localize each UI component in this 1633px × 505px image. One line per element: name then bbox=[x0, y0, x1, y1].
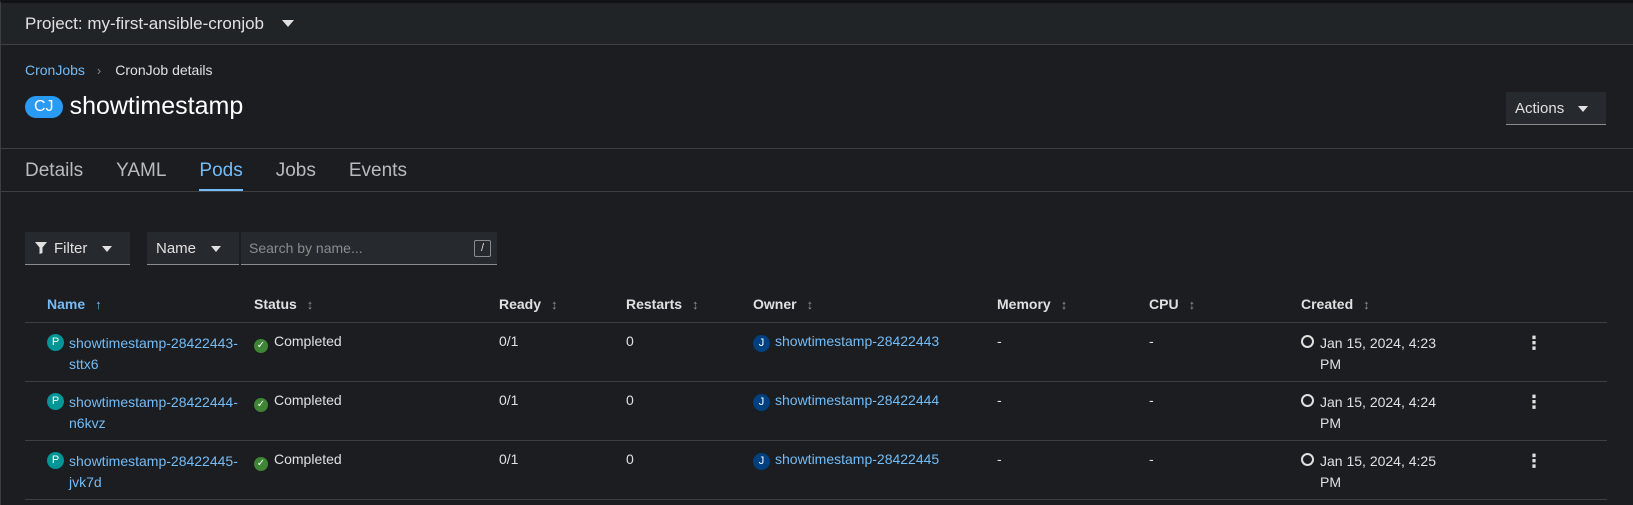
job-badge: J bbox=[753, 393, 770, 411]
page-header: CJ showtimestamp bbox=[25, 92, 243, 121]
sort-icon: ↕ bbox=[551, 296, 558, 312]
column-header-owner[interactable]: Owner ↕ bbox=[753, 286, 997, 322]
keyboard-shortcut-hint: / bbox=[474, 240, 491, 257]
job-badge: J bbox=[753, 452, 770, 470]
status-text: Completed bbox=[274, 391, 342, 408]
sort-icon: ↕ bbox=[806, 296, 814, 312]
table-row: Pshowtimestamp-28422443- sttx6 ✓ Completed… bbox=[25, 322, 1607, 381]
pod-badge: P bbox=[47, 392, 64, 410]
job-badge: J bbox=[753, 334, 770, 352]
breadcrumb: CronJobs › CronJob details bbox=[25, 62, 213, 78]
sort-icon: ↕ bbox=[1188, 296, 1196, 312]
pod-name-link[interactable]: showtimestamp-28422444- n6kvz bbox=[69, 392, 249, 434]
owner-link[interactable]: showtimestamp-28422443 bbox=[775, 333, 939, 349]
sort-icon: ↕ bbox=[692, 296, 699, 312]
owner-link[interactable]: showtimestamp-28422445 bbox=[775, 451, 939, 467]
page-title: showtimestamp bbox=[69, 92, 244, 120]
column-header-created[interactable]: Created ↕ bbox=[1301, 286, 1461, 322]
restarts-value: 0 bbox=[626, 450, 634, 467]
sort-icon: ↕ bbox=[306, 296, 314, 312]
ready-value: 0/1 bbox=[499, 332, 519, 349]
globe-icon bbox=[1301, 334, 1314, 348]
chevron-right-icon: › bbox=[96, 62, 102, 78]
filter-type-select[interactable]: Name bbox=[147, 232, 239, 265]
created-value: Jan 15, 2024, 4:25 PM bbox=[1320, 452, 1436, 490]
memory-value: - bbox=[997, 450, 1002, 467]
cpu-value: - bbox=[1149, 450, 1154, 467]
project-selector-label: Project: my-first-ansible-cronjob bbox=[25, 13, 265, 33]
actions-dropdown[interactable]: Actions bbox=[1506, 92, 1606, 125]
cronjob-badge: CJ bbox=[25, 95, 63, 118]
search-box: / bbox=[241, 232, 497, 265]
created-value: Jan 15, 2024, 4:24 PM bbox=[1320, 393, 1436, 431]
memory-value: - bbox=[997, 391, 1002, 408]
column-header-actions bbox=[1461, 286, 1607, 322]
column-header-ready[interactable]: Ready ↕ bbox=[499, 286, 626, 322]
tab-details[interactable]: Details bbox=[25, 149, 83, 192]
cpu-value: - bbox=[1149, 391, 1154, 408]
ready-value: 0/1 bbox=[499, 391, 519, 408]
tab-yaml[interactable]: YAML bbox=[116, 149, 166, 192]
tab-events[interactable]: Events bbox=[349, 149, 407, 192]
kebab-menu-icon[interactable]: ⋮ bbox=[1461, 322, 1607, 381]
table-row: Pshowtimestamp-28422445- jvk7d ✓ Completed… bbox=[25, 440, 1607, 499]
tab-bar: Details YAML Pods Jobs Events bbox=[25, 149, 440, 192]
owner-link[interactable]: showtimestamp-28422444 bbox=[775, 392, 939, 408]
actions-label: Actions bbox=[1515, 99, 1565, 117]
check-circle-icon: ✓ bbox=[254, 397, 268, 412]
filter-dropdown[interactable]: Filter bbox=[25, 232, 130, 265]
search-input[interactable] bbox=[249, 240, 469, 256]
restarts-value: 0 bbox=[626, 332, 634, 349]
status-text: Completed bbox=[274, 332, 342, 349]
pod-badge: P bbox=[47, 451, 64, 469]
column-header-cpu[interactable]: CPU ↕ bbox=[1149, 286, 1301, 322]
restarts-value: 0 bbox=[626, 391, 634, 408]
filter-icon bbox=[35, 242, 47, 254]
filter-type-label: Name bbox=[156, 239, 197, 257]
sort-icon: ↕ bbox=[1363, 296, 1370, 312]
cpu-value: - bbox=[1149, 332, 1154, 349]
caret-down-icon bbox=[211, 246, 221, 252]
breadcrumb-current: CronJob details bbox=[115, 62, 213, 78]
globe-icon bbox=[1301, 452, 1314, 466]
column-header-memory[interactable]: Memory ↕ bbox=[997, 286, 1149, 322]
tab-pods[interactable]: Pods bbox=[199, 149, 244, 192]
caret-down-icon bbox=[1578, 106, 1588, 112]
sort-ascending-icon: ↑ bbox=[95, 296, 102, 312]
check-circle-icon: ✓ bbox=[254, 338, 268, 353]
divider bbox=[1, 191, 1633, 192]
pod-badge: P bbox=[47, 333, 64, 351]
tab-jobs[interactable]: Jobs bbox=[276, 149, 316, 192]
sort-icon: ↕ bbox=[1060, 296, 1068, 312]
memory-value: - bbox=[997, 332, 1002, 349]
created-value: Jan 15, 2024, 4:23 PM bbox=[1320, 334, 1436, 372]
column-header-restarts[interactable]: Restarts ↕ bbox=[626, 286, 753, 322]
pod-name-link[interactable]: showtimestamp-28422443- sttx6 bbox=[69, 333, 249, 375]
column-header-status[interactable]: Status ↕ bbox=[254, 286, 499, 322]
check-circle-icon: ✓ bbox=[254, 456, 268, 471]
column-header-name[interactable]: Name ↑ bbox=[25, 286, 254, 322]
status-text: Completed bbox=[274, 450, 342, 467]
pod-name-link[interactable]: showtimestamp-28422445- jvk7d bbox=[69, 451, 249, 493]
caret-down-icon bbox=[282, 20, 295, 27]
filter-label: Filter bbox=[54, 239, 88, 257]
breadcrumb-cronjobs-link[interactable]: CronJobs bbox=[25, 62, 85, 78]
caret-down-icon bbox=[102, 246, 112, 252]
table-header-row: Name ↑ Status ↕ Ready ↕ Restarts ↕ Owner ↕ Me… bbox=[25, 286, 1607, 322]
pods-table: Name ↑ Status ↕ Ready ↕ Restarts ↕ Owner ↕ Me… bbox=[25, 286, 1607, 500]
globe-icon bbox=[1301, 393, 1314, 407]
kebab-menu-icon[interactable]: ⋮ bbox=[1461, 440, 1607, 499]
ready-value: 0/1 bbox=[499, 450, 519, 467]
table-row: Pshowtimestamp-28422444- n6kvz ✓ Completed… bbox=[25, 381, 1607, 440]
project-selector[interactable]: Project: my-first-ansible-cronjob bbox=[1, 3, 1633, 45]
kebab-menu-icon[interactable]: ⋮ bbox=[1461, 381, 1607, 440]
